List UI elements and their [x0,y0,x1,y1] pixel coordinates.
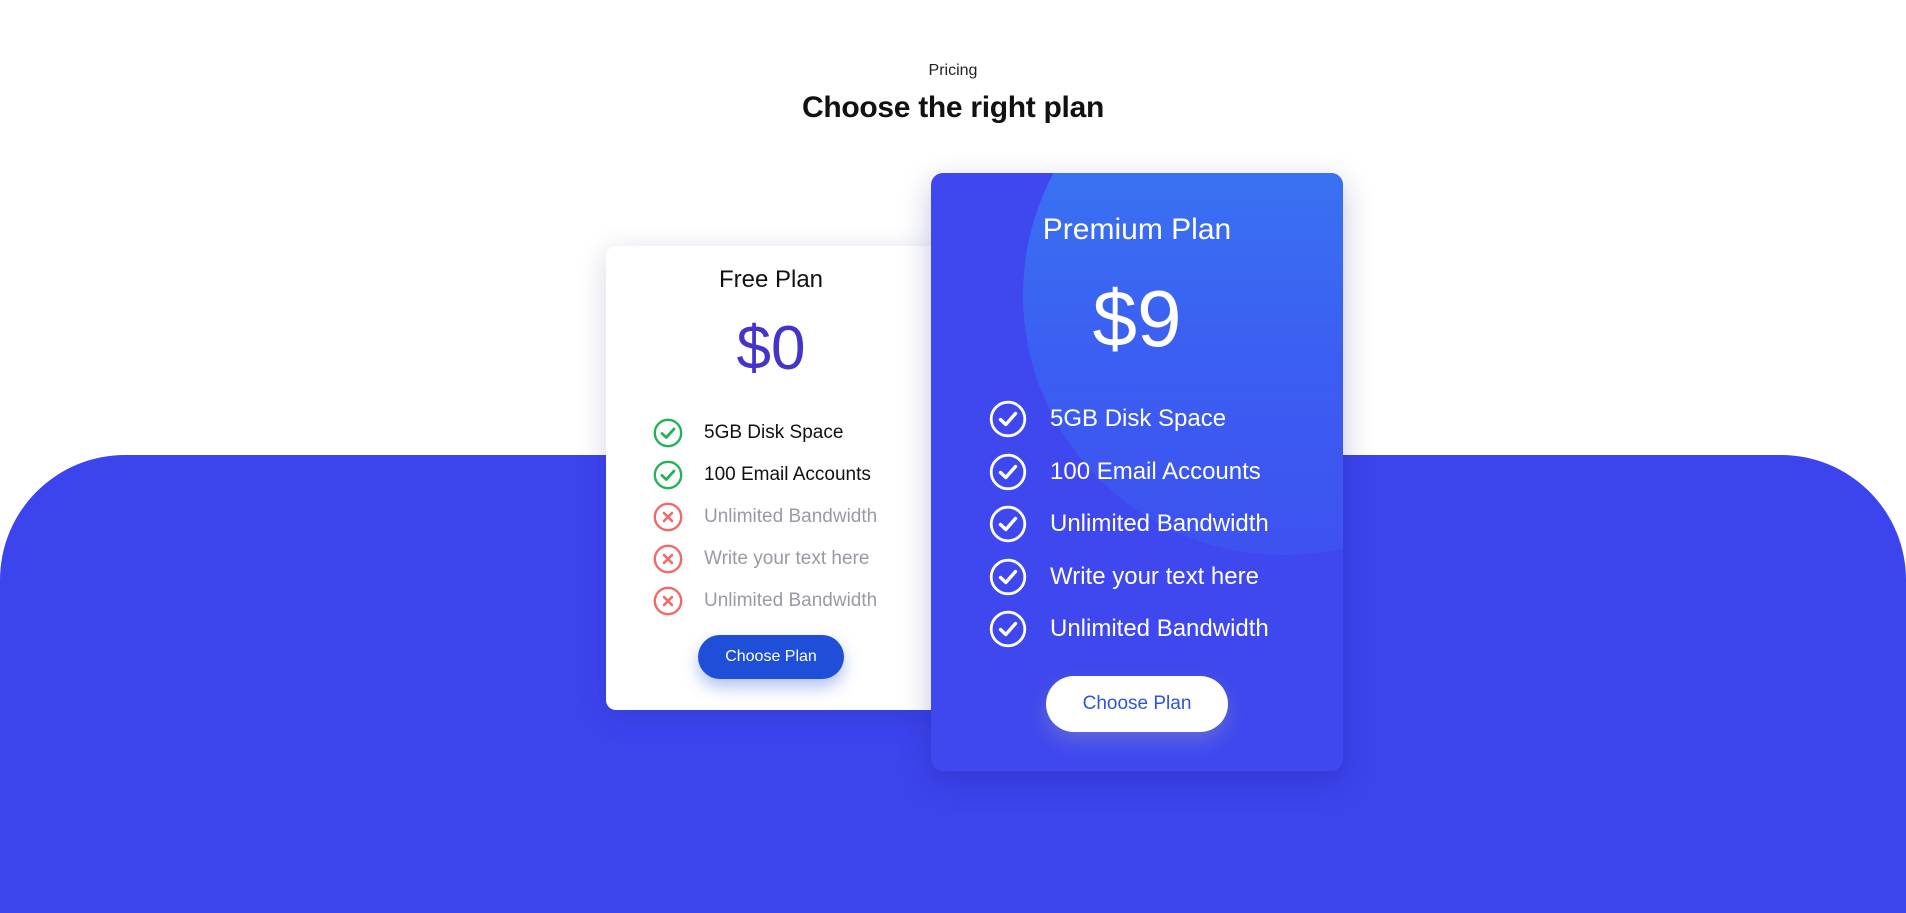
choose-free-plan-button[interactable]: Choose Plan [698,635,844,679]
page-title: Choose the right plan [801,91,1105,124]
section-label: Pricing [928,62,978,79]
plan-price: $0 [736,314,806,383]
choose-premium-plan-button[interactable]: Choose Plan [1046,676,1228,732]
feature-item: Unlimited Bandwidth [653,496,877,538]
check-circle-icon [989,401,1027,438]
x-circle-icon [653,544,683,574]
check-circle-icon [653,460,683,490]
feature-list: 5GB Disk Space 100 Email Accounts Unlimi… [989,393,1269,656]
feature-item: Unlimited Bandwidth [989,603,1269,656]
check-circle-icon [989,453,1027,490]
feature-text: Unlimited Bandwidth [1050,615,1269,643]
feature-text: Write your text here [1050,562,1259,590]
feature-item: 5GB Disk Space [653,412,877,454]
check-circle-icon [653,418,683,448]
check-circle-icon [989,611,1027,648]
feature-text: 5GB Disk Space [704,422,844,443]
feature-item: Unlimited Bandwidth [989,498,1269,551]
feature-item: Write your text here [989,551,1269,604]
feature-item: 100 Email Accounts [653,454,877,496]
feature-text: Unlimited Bandwidth [704,590,878,611]
feature-list: 5GB Disk Space 100 Email Accounts Unlimi… [653,412,877,622]
plan-name: Premium Plan [1042,213,1232,246]
feature-text: 100 Email Accounts [704,464,871,485]
feature-text: Write your text here [704,548,870,569]
free-plan-card: Free Plan $0 5GB Disk Space 100 Email Ac… [606,246,942,710]
x-circle-icon [653,586,683,616]
feature-item: 100 Email Accounts [989,446,1269,499]
feature-text: 100 Email Accounts [1050,457,1261,485]
feature-item: Unlimited Bandwidth [653,580,877,622]
premium-plan-card: Premium Plan $9 5GB Disk Space 100 Email… [931,173,1343,771]
plan-price: $9 [1092,274,1182,363]
feature-text: Unlimited Bandwidth [1050,510,1269,538]
feature-text: Unlimited Bandwidth [704,506,878,527]
feature-text: 5GB Disk Space [1050,405,1227,433]
pricing-page: Pricing Choose the right plan Free Plan … [0,0,1906,913]
feature-item: Write your text here [653,538,877,580]
x-circle-icon [653,502,683,532]
plan-name: Free Plan [718,266,824,293]
feature-item: 5GB Disk Space [989,393,1269,446]
check-circle-icon [989,506,1027,543]
check-circle-icon [989,558,1027,595]
